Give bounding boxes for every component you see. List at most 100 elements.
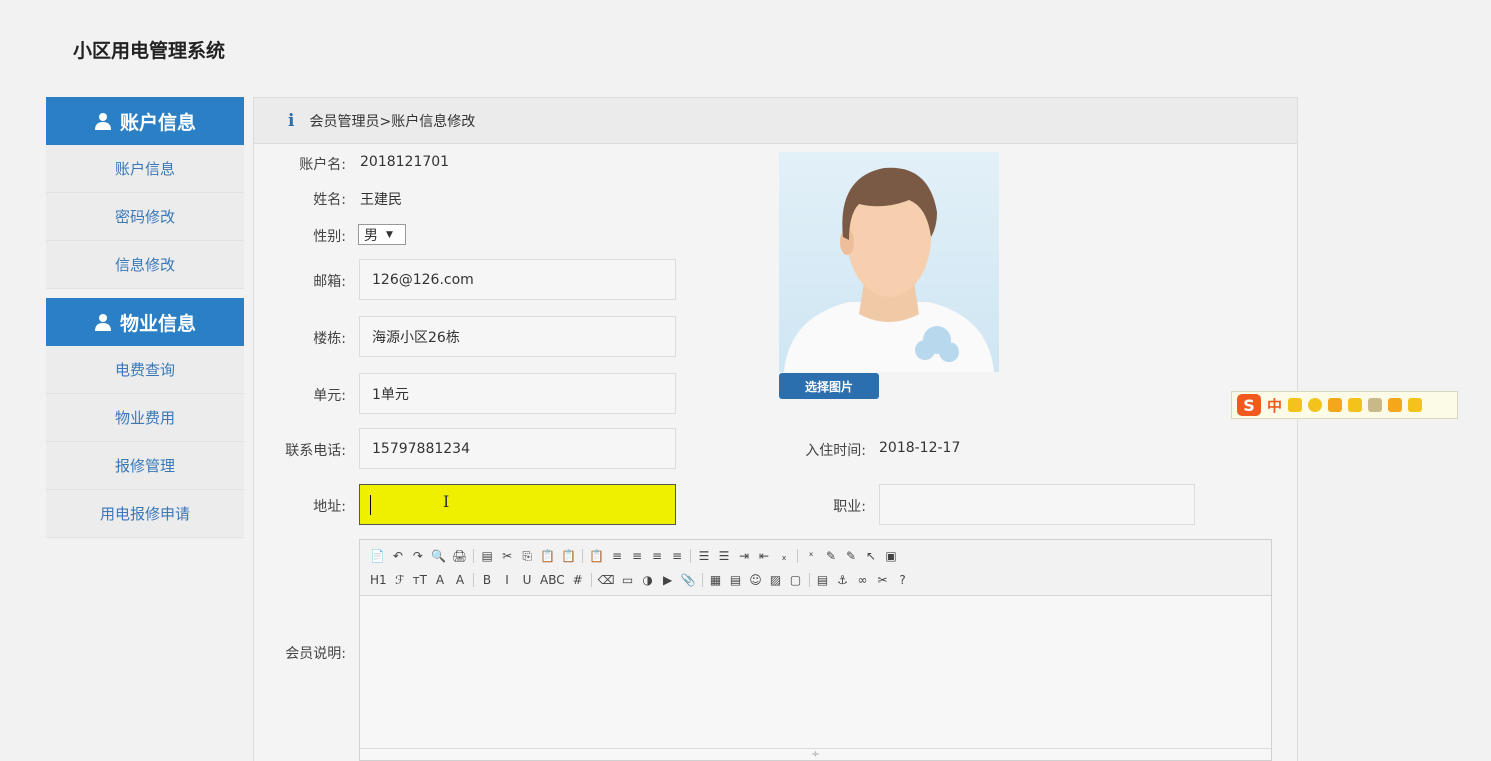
email-field[interactable]: 126@126.com — [359, 259, 676, 300]
resize-handle[interactable]: ÷ — [360, 748, 1271, 760]
toolbar-button-icon[interactable]: H1 — [370, 572, 387, 588]
address-field[interactable] — [359, 484, 676, 525]
skin-icon[interactable] — [1388, 398, 1403, 412]
toolbar-button-icon[interactable]: ℱ — [393, 572, 407, 588]
address-label: 地址: — [313, 499, 346, 515]
sidebar-item-repair-manage[interactable]: 报修管理 — [46, 442, 244, 490]
toolbar-button-icon[interactable]: 📄 — [370, 548, 385, 564]
emoji-icon[interactable] — [1308, 398, 1323, 412]
toolbar-button-icon[interactable]: ▢ — [789, 572, 803, 588]
toolbar-button-icon[interactable]: I — [500, 572, 514, 588]
toolbar-button-icon[interactable]: ✎ — [824, 548, 838, 564]
toolbar-button-icon[interactable]: ☰ — [697, 548, 711, 564]
email-label: 邮箱: — [313, 274, 346, 290]
toolbar-button-icon[interactable]: ▶ — [661, 572, 675, 588]
name-label: 姓名: — [313, 192, 346, 208]
chevron-down-icon: ▼ — [386, 229, 393, 240]
toolbar-button-icon[interactable]: ▭ — [621, 572, 635, 588]
breadcrumb-text: 会员管理员>账户信息修改 — [309, 113, 476, 130]
toolbar-button-icon[interactable]: ⌫ — [598, 572, 615, 588]
sidebar-item-property-fee[interactable]: 物业费用 — [46, 394, 244, 442]
toolbar-separator — [797, 549, 798, 563]
unit-field[interactable]: 1单元 — [359, 373, 676, 414]
phone-value: 15797881234 — [372, 440, 470, 457]
account-value: 2018121701 — [360, 154, 450, 170]
toolbar-button-icon[interactable]: ≡ — [650, 548, 664, 564]
toolbar-button-icon[interactable]: 📋 — [540, 548, 555, 564]
punctuation-icon[interactable] — [1288, 398, 1303, 412]
sidebar-item-repair-apply[interactable]: 用电报修申请 — [46, 490, 244, 538]
gender-selected: 男 — [364, 227, 378, 244]
editor-content-area[interactable] — [360, 596, 1271, 748]
toolbar-separator — [582, 549, 584, 563]
info-icon: i — [288, 110, 295, 131]
remark-label: 会员说明: — [285, 646, 346, 662]
toolbar-button-icon[interactable]: 📋 — [589, 548, 604, 564]
toolbar-button-icon[interactable]: ∞ — [856, 572, 870, 588]
toolbar-button-icon[interactable]: B — [480, 572, 494, 588]
toolbar-button-icon[interactable]: ▤ — [816, 572, 830, 588]
ime-lang-toggle[interactable]: 中 — [1267, 395, 1282, 416]
toolbar-button-icon[interactable]: ↖ — [864, 548, 878, 564]
toolbar-button-icon[interactable]: ⎘ — [520, 548, 534, 564]
toolbar-button-icon[interactable]: ≡ — [630, 548, 644, 564]
toolbar-button-icon[interactable]: ✎ — [844, 548, 858, 564]
toolbar-button-icon[interactable]: ▤ — [480, 548, 494, 564]
toolbar-button-icon[interactable]: 🔍 — [431, 548, 446, 564]
toolbar-button-icon[interactable]: ↷ — [411, 548, 425, 564]
toolbar-button-icon[interactable]: ⇤ — [757, 548, 771, 564]
toolbar-button-icon[interactable]: ⇥ — [737, 548, 751, 564]
toolbar-button-icon[interactable]: ◑ — [641, 572, 655, 588]
toolbar-button-icon[interactable]: A — [433, 572, 447, 588]
account-label: 账户名: — [299, 157, 346, 173]
toolbar-button-icon[interactable]: ≡ — [670, 548, 684, 564]
toolbar-button-icon[interactable]: ☰ — [717, 548, 731, 564]
toolbar-button-icon[interactable]: тT — [413, 572, 427, 588]
toolbar-button-icon[interactable]: ✂ — [500, 548, 514, 564]
keyboard-icon[interactable] — [1348, 398, 1363, 412]
toolbar-button-icon[interactable]: A — [453, 572, 467, 588]
toolbar-separator — [590, 573, 592, 587]
toolbar-separator — [473, 549, 475, 563]
job-field[interactable] — [879, 484, 1195, 525]
toolbar-button-icon[interactable]: ☺ — [749, 572, 763, 588]
sidebar-item-electric-fee[interactable]: 电费查询 — [46, 346, 244, 394]
toolbar-button-icon[interactable]: 📎 — [681, 572, 696, 588]
toolbar-button-icon[interactable]: ▤ — [729, 572, 743, 588]
toolbox-icon[interactable] — [1408, 398, 1423, 412]
toolbar-button-icon[interactable]: ⚓ — [836, 572, 850, 588]
toolbar-button-icon[interactable]: ˣ — [804, 548, 818, 564]
rich-text-editor: 📄 ↶ ↷ 🔍 🖨 ▤ ✂ ⎘ 📋 📋 📋 ≡ ≡ ≡ ≡ ☰ ☰ ⇥ ⇤ ₓ ˣ ✎ ✎ ↖ ▣ H1 ℱтT A A B I U ABC #… — [359, 539, 1272, 761]
movein-value: 2018-12-17 — [879, 440, 961, 456]
building-field[interactable]: 海源小区26栋 — [359, 316, 676, 357]
sidebar-item-password[interactable]: 密码修改 — [46, 193, 244, 241]
building-value: 海源小区26栋 — [372, 329, 460, 346]
toolbar-button-icon[interactable]: ↶ — [391, 548, 405, 564]
pick-image-button[interactable]: 选择图片 — [779, 373, 879, 399]
toolbar-separator — [690, 549, 691, 563]
toolbar-button-icon[interactable]: ▦ — [709, 572, 723, 588]
toolbar-button-icon[interactable]: ▨ — [769, 572, 783, 588]
gender-select[interactable]: 男 ▼ — [358, 224, 406, 245]
toolbar-button-icon[interactable]: 🖨 — [452, 548, 467, 564]
toolbar-button-icon[interactable]: # — [571, 572, 585, 588]
ime-toolbar[interactable]: S 中 — [1231, 391, 1458, 419]
toolbar-button-icon[interactable]: ₓ — [777, 548, 791, 564]
user-center-icon[interactable] — [1368, 398, 1383, 412]
toolbar-button-icon[interactable]: ≡ — [610, 548, 624, 564]
sidebar-item-account-info[interactable]: 账户信息 — [46, 145, 244, 193]
app-title: 小区用电管理系统 — [73, 40, 226, 62]
sidebar-item-edit-info[interactable]: 信息修改 — [46, 241, 244, 289]
toolbar-button-icon[interactable]: ▣ — [884, 548, 898, 564]
sidebar: 账户信息 账户信息 密码修改 信息修改 物业信息 电费查询 物业费用 报修管理 … — [46, 97, 244, 538]
gender-label: 性别: — [313, 229, 346, 245]
toolbar-button-icon[interactable]: ✂ — [876, 572, 890, 588]
microphone-icon[interactable] — [1328, 398, 1343, 412]
toolbar-button-icon[interactable]: ABC — [540, 572, 565, 588]
user-icon — [94, 112, 112, 130]
toolbar-button-icon[interactable]: ? — [896, 572, 910, 588]
email-value: 126@126.com — [372, 271, 474, 288]
toolbar-button-icon[interactable]: 📋 — [561, 548, 576, 564]
toolbar-button-icon[interactable]: U — [520, 572, 534, 588]
phone-field[interactable]: 15797881234 — [359, 428, 676, 469]
